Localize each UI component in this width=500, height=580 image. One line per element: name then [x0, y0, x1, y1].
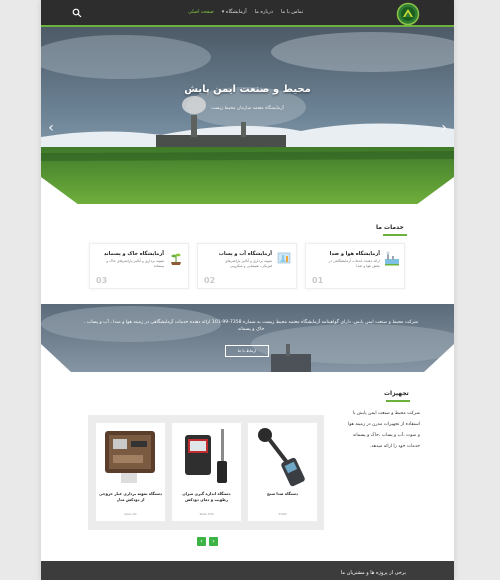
plant-icon [171, 253, 181, 265]
water-lab-icon [277, 252, 291, 264]
page: صفحه اصلی آزمایشگاه ▾ درباره ما تماس با … [41, 0, 454, 580]
nav-laboratory[interactable]: آزمایشگاه ▾ [222, 9, 247, 15]
service-card-soil[interactable]: آزمایشگاه خاک و پسماند نمونه برداری و آن… [89, 243, 189, 289]
clients-section: برخی از پروژه ها و مشتریان ما [41, 561, 454, 580]
banner-corner-left [41, 344, 71, 372]
equipment-description: شرکت محیط و صنعت ایمن پایش با استفاده از… [347, 411, 420, 449]
sound-level-meter-icon [258, 428, 305, 487]
product-name: دستگاه نمونه برداری غبار خروجی از دودکش … [99, 491, 162, 502]
equipment-heading: تجهیزات [384, 390, 409, 397]
product-model: Apex XC [124, 512, 137, 516]
banner-text: شرکت محیط و صنعت ایمن پایش، دارای گواهین… [83, 320, 419, 332]
product-name: دستگاه اندازه گیری میزان رطوبت و دمای دو… [182, 491, 231, 502]
slider-prev-icon[interactable]: ‹ [46, 121, 56, 135]
services-heading: خدمات ما [376, 224, 404, 231]
service-card-number: 02 [204, 276, 216, 285]
carousel-next-button[interactable]: › [209, 537, 218, 546]
product-name: دستگاه صدا سنج [267, 491, 298, 496]
services-heading-underline [383, 234, 407, 236]
hero-slider: محیط و صنعت ایمن پایش آزمایشگاه معتمد سا… [41, 27, 454, 204]
hero-corner-left [41, 177, 79, 204]
banner-corner-right [424, 344, 454, 372]
service-card-title: آزمایشگاه خاک و پسماند [103, 251, 164, 257]
equipment-carousel: دستگاه صدا سنج SVAN دستگاه اندازه گیری م… [88, 415, 324, 530]
product-card[interactable]: دستگاه اندازه گیری میزان رطوبت و دمای دو… [172, 423, 241, 521]
nav-contact[interactable]: تماس با ما [281, 9, 303, 15]
carousel-prev-button[interactable]: ‹ [197, 537, 206, 546]
product-card[interactable]: دستگاه نمونه برداری غبار خروجی از دودکش … [96, 423, 165, 521]
service-card-desc: ارائه دهنده خدمات آزمایشگاهی در بخش هوا … [328, 259, 380, 268]
service-card-water[interactable]: آزمایشگاه آب و پساب نمونه برداری و آنالی… [197, 243, 297, 289]
about-banner: شرکت محیط و صنعت ایمن پایش، دارای گواهین… [41, 304, 454, 372]
product-card[interactable]: دستگاه صدا سنج SVAN [248, 423, 317, 521]
search-icon[interactable] [72, 8, 82, 18]
nav-about[interactable]: درباره ما [255, 9, 273, 15]
service-card-number: 03 [96, 276, 108, 285]
company-logo[interactable] [396, 2, 420, 26]
hero-subtitle: آزمایشگاه معتمد سازمان محیط زیست [211, 106, 284, 111]
slider-next-icon[interactable]: › [439, 121, 449, 135]
equipment-heading-underline [386, 400, 410, 402]
dust-sampler-icon [105, 431, 155, 483]
clients-heading: برخی از پروژه ها و مشتریان ما [340, 570, 406, 576]
service-card-title: آزمایشگاه آب و پساب [218, 251, 272, 257]
contact-us-button[interactable]: ارتباط با ما [225, 345, 269, 357]
hero-title: محیط و صنعت ایمن پایش [184, 84, 311, 95]
hero-corner-right [416, 177, 454, 204]
nav-home[interactable]: صفحه اصلی [188, 9, 214, 15]
banner-background [41, 304, 454, 372]
service-card-desc: نمونه برداری و آنالیز پارامترهای فیزیکی،… [224, 259, 272, 268]
header: صفحه اصلی آزمایشگاه ▾ درباره ما تماس با … [41, 0, 454, 27]
service-card-desc: نمونه برداری و آنالیز پارامترهای خاک و پ… [106, 259, 164, 268]
product-model: Testo 635 [199, 512, 214, 516]
service-card-title: آزمایشگاه هوا و صدا [329, 251, 380, 257]
product-model: SVAN [278, 512, 287, 516]
service-card-number: 01 [312, 276, 324, 285]
main-nav: صفحه اصلی آزمایشگاه ▾ درباره ما تماس با … [188, 9, 303, 15]
hero-image [41, 27, 454, 204]
factory-icon [385, 251, 399, 266]
humidity-meter-icon [185, 429, 227, 483]
service-card-air[interactable]: آزمایشگاه هوا و صدا ارائه دهنده خدمات آز… [305, 243, 405, 289]
